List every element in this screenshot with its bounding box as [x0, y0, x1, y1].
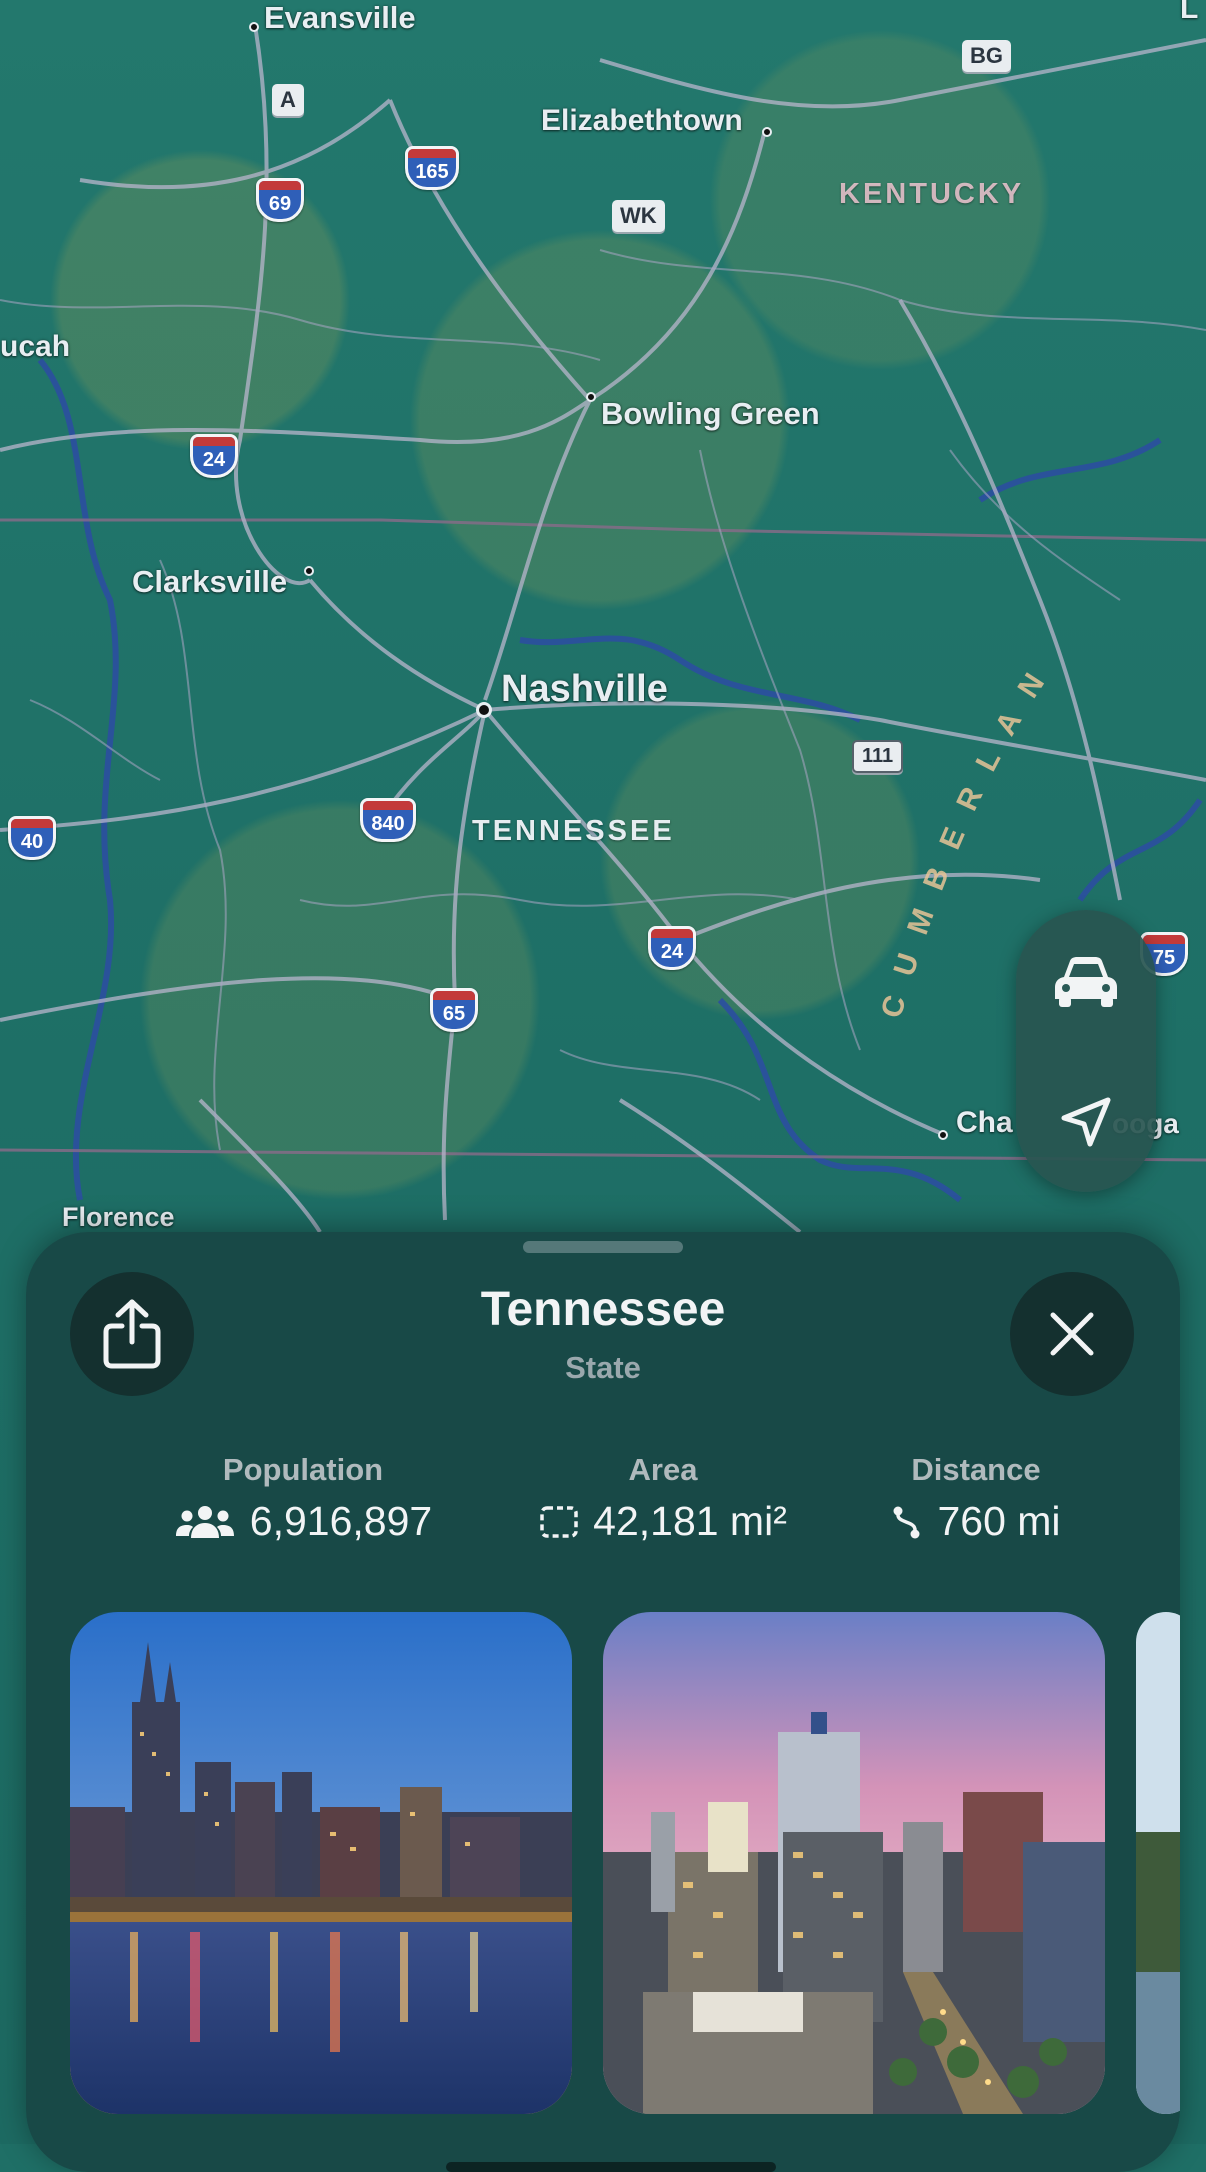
- interstate-shield: 40: [8, 816, 56, 860]
- route-sign: BG: [962, 40, 1011, 72]
- interstate-shield: 24: [648, 926, 696, 970]
- third-photo-image: [1136, 1612, 1180, 2114]
- interstate-shield: 24: [190, 434, 238, 478]
- stat-value-row: 760 mi: [836, 1498, 1116, 1545]
- stat-label: Area: [628, 1452, 698, 1487]
- bowling-green-dot: [586, 392, 596, 402]
- stat-value-row: 42,181 mi²: [496, 1498, 830, 1545]
- stat-population: Population 6,916,897: [126, 1452, 480, 1545]
- place-stats: Population 6,916,897 Area 42,181 mi² Dis…: [26, 1452, 1180, 1552]
- interstate-shield: 65: [430, 988, 478, 1032]
- place-title: Tennessee: [480, 1283, 726, 1336]
- interstate-shield: 69: [256, 178, 304, 222]
- city-top-right[interactable]: L: [1180, 0, 1198, 26]
- route-sign: WK: [612, 200, 665, 232]
- memphis-skyline-image: [603, 1612, 1105, 2114]
- chattanooga-dot: [938, 1130, 948, 1140]
- third-photo[interactable]: [1136, 1612, 1180, 2114]
- memphis-skyline-photo[interactable]: [603, 1612, 1105, 2114]
- stat-area: Area 42,181 mi²: [496, 1452, 830, 1545]
- stat-value: 6,916,897: [249, 1498, 433, 1544]
- nashville-skyline-photo[interactable]: [70, 1612, 572, 2114]
- clarksville-dot: [304, 566, 314, 576]
- home-indicator: [446, 2162, 776, 2172]
- stat-value: 760 mi: [937, 1498, 1061, 1544]
- stat-label: Population: [222, 1452, 384, 1487]
- nashville-dot: [476, 702, 492, 718]
- state-label-kentucky: KENTUCKY: [839, 178, 1025, 210]
- evansville-dot: [249, 22, 259, 32]
- city-chattanooga[interactable]: Cha: [956, 1106, 1013, 1140]
- current-location-button[interactable]: [1046, 1082, 1126, 1162]
- interstate-shield: 165: [405, 146, 459, 190]
- stat-value: 42,181 mi²: [593, 1498, 787, 1544]
- people-icon: [175, 1505, 234, 1538]
- city-paducah[interactable]: ucah: [0, 330, 70, 364]
- route-sign: 111: [852, 740, 904, 773]
- city-bowling-green[interactable]: Bowling Green: [601, 396, 820, 432]
- city-clarksville[interactable]: Clarksville: [132, 564, 287, 600]
- elizabethtown-dot: [762, 127, 772, 137]
- sheet-grabber[interactable]: [523, 1241, 683, 1253]
- nashville-skyline-image: [70, 1612, 572, 2114]
- car-icon: [1055, 956, 1117, 1007]
- city-florence[interactable]: Florence: [62, 1202, 175, 1233]
- stat-distance: Distance 760 mi: [836, 1452, 1116, 1545]
- stat-value-row: 6,916,897: [126, 1498, 480, 1545]
- state-label-tennessee[interactable]: TENNESSEE: [472, 815, 675, 848]
- stat-label: Distance: [911, 1452, 1041, 1487]
- city-evansville[interactable]: Evansville: [264, 0, 416, 36]
- drive-button[interactable]: [1046, 941, 1126, 1021]
- place-subtitle: State: [565, 1350, 641, 1385]
- area-icon: [540, 1505, 578, 1538]
- interstate-shield: 840: [360, 798, 416, 842]
- route-icon: [893, 1506, 920, 1538]
- map-controls: [1016, 910, 1156, 1192]
- place-card[interactable]: Tennessee State Population 6,916,897 Are…: [26, 1232, 1180, 2172]
- city-nashville[interactable]: Nashville: [501, 668, 668, 711]
- location-arrow-icon: [1061, 1097, 1111, 1146]
- city-elizabethtown[interactable]: Elizabethtown: [541, 104, 743, 138]
- route-sign: A: [272, 84, 304, 116]
